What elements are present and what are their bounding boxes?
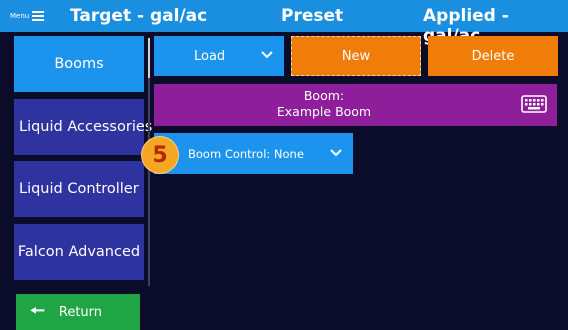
sidebar-item-liquid-controller[interactable]: Liquid Controller — [14, 161, 144, 217]
boom-name-field[interactable]: Boom: Example Boom — [154, 84, 557, 126]
new-button[interactable]: New — [291, 36, 421, 76]
boom-control-dropdown[interactable]: Boom Control: None — [154, 133, 353, 174]
preset-header: Preset — [281, 6, 344, 26]
chevron-down-icon — [261, 51, 273, 59]
keyboard-icon[interactable] — [521, 95, 547, 113]
return-label: Return — [58, 304, 103, 320]
boom-control-label: Boom Control: None — [188, 146, 304, 161]
sidebar-item-falcon-advanced[interactable]: Falcon Advanced — [14, 224, 144, 280]
delete-button[interactable]: Delete — [428, 36, 558, 76]
top-bar: Menu Target - gal/ac Preset Applied - ga… — [0, 0, 568, 46]
sidebar-item-booms[interactable]: Booms — [14, 36, 144, 92]
load-dropdown[interactable]: Load — [154, 36, 284, 76]
boom-label: Boom: — [303, 88, 345, 103]
boom-name-text: Boom: Example Boom — [154, 88, 494, 120]
return-button[interactable]: 🠔 Return — [16, 294, 140, 330]
menu-button[interactable]: Menu — [10, 8, 45, 24]
menu-icon — [32, 11, 45, 21]
sidebar-item-liquid-accessories[interactable]: Liquid Accessories — [14, 99, 152, 155]
step-number-badge: 5 — [142, 137, 178, 173]
sidebar-scroll-thumb[interactable] — [148, 38, 150, 78]
chevron-down-icon — [330, 149, 342, 157]
menu-label: Menu — [10, 12, 30, 20]
boom-name: Example Boom — [276, 104, 372, 119]
load-label: Load — [194, 48, 226, 64]
target-rate-header: Target - gal/ac — [70, 6, 208, 26]
arrow-left-icon: 🠔 — [30, 300, 45, 321]
